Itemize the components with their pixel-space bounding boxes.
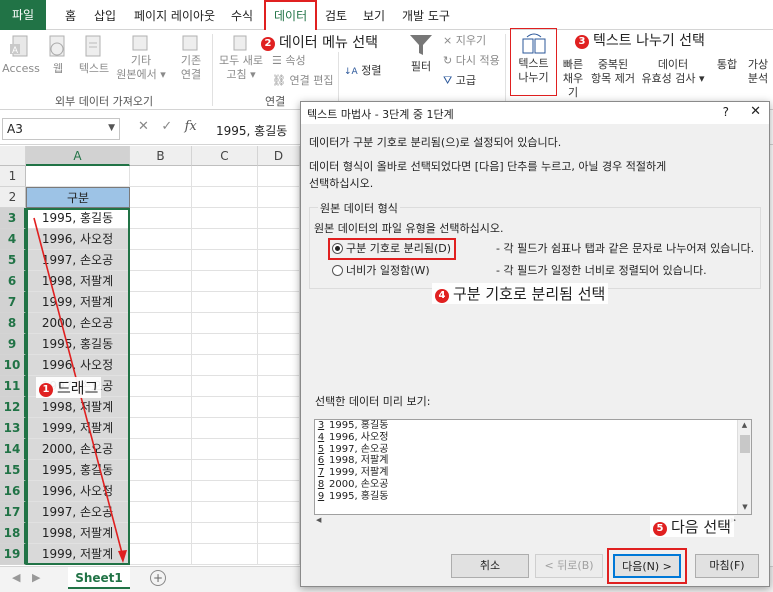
group-separator: [505, 34, 506, 106]
text-to-columns-icon: [522, 33, 545, 54]
tab-view[interactable]: 보기: [363, 7, 385, 24]
preview-row-text: 1996, 사오정: [329, 431, 389, 443]
scroll-up-icon[interactable]: ▲: [738, 420, 751, 432]
cancel-button[interactable]: 취소: [451, 554, 529, 578]
wizard-instruction-2: 선택하십시오.: [309, 177, 374, 190]
flash-fill-button[interactable]: 빠른 채우기: [558, 58, 588, 100]
help-button[interactable]: ?: [723, 105, 729, 119]
dialog-titlebar[interactable]: 텍스트 마법사 - 3단계 중 1단계 ? ✕: [301, 102, 769, 124]
annotation-5: 5 다음 선택: [650, 516, 734, 537]
annotation-4: 4 구분 기호로 분리됨 선택: [432, 283, 609, 304]
back-button[interactable]: < 뒤로(B): [535, 554, 603, 578]
annotation-2: 2 데이터 메뉴 선택: [258, 32, 382, 52]
preview-row-number: 5: [317, 443, 325, 455]
clear-filter-button[interactable]: ⨯ 지우기: [443, 32, 486, 48]
preview-row-text: 1998, 저팔계: [329, 455, 389, 467]
prev-sheet-button[interactable]: ◀: [12, 571, 20, 584]
preview-row: 4 1996, 사오정: [315, 432, 751, 444]
preview-row: 7 1999, 저팔계: [315, 467, 751, 479]
text-to-columns-button[interactable]: 텍스트 나누기: [510, 28, 557, 96]
preview-row-number: 3: [317, 420, 325, 431]
option-fixed-label[interactable]: 너비가 일정함(W): [346, 262, 430, 279]
annotation-3: 3 텍스트 나누기 선택: [572, 30, 708, 50]
scroll-thumb[interactable]: [740, 435, 750, 453]
preview-row: 3 1995, 홍길동: [315, 420, 751, 432]
wizard-instruction-1: 데이터 형식이 올바로 선택되었다면 [다음] 단추를 누르고, 아닐 경우 적…: [309, 160, 667, 173]
tab-review[interactable]: 검토: [325, 7, 347, 24]
add-sheet-button[interactable]: +: [150, 570, 166, 586]
wizard-status-text: 데이터가 구분 기호로 분리됨(으)로 설정되어 있습니다.: [309, 136, 562, 149]
preview-row-number: 7: [317, 467, 325, 479]
preview-row-text: 1999, 저팔계: [329, 467, 389, 479]
reapply-button[interactable]: ↻ 다시 적용: [443, 52, 500, 68]
advanced-filter-button[interactable]: ⛛ 고급: [443, 72, 476, 88]
preview-row-number: 8: [317, 478, 325, 490]
preview-row: 6 1998, 저팔계: [315, 455, 751, 467]
close-button[interactable]: ✕: [750, 104, 761, 119]
tab-developer[interactable]: 개발 도구: [402, 7, 450, 24]
filter-icon: [410, 35, 432, 55]
radio-fixed-width[interactable]: [332, 265, 343, 276]
preview-row: 8 2000, 손오공: [315, 479, 751, 491]
next-button[interactable]: 다음(N) >: [613, 554, 681, 578]
option-fixed-desc: - 각 필드가 일정한 너비로 정렬되어 있습니다.: [496, 264, 707, 277]
preview-row: 5 1997, 손오공: [315, 444, 751, 456]
dialog-title: 텍스트 마법사 - 3단계 중 1단계: [307, 108, 454, 121]
option-delimited-label[interactable]: 구분 기호로 분리됨(D): [346, 240, 451, 257]
finish-button[interactable]: 마침(F): [695, 554, 759, 578]
sort-button[interactable]: ↓A 정렬: [344, 62, 381, 78]
preview-row-text: 1995, 홍길동: [329, 490, 389, 502]
scroll-down-icon[interactable]: ▼: [738, 502, 751, 514]
next-sheet-button[interactable]: ▶: [32, 571, 40, 584]
original-data-type-group: 원본 데이터 형식 원본 데이터의 파일 유형을 선택하십시오. 구분 기호로 …: [309, 200, 761, 289]
preview-row-number: 9: [317, 490, 325, 502]
preview-row-number: 6: [317, 455, 325, 467]
group-title: 원본 데이터 형식: [318, 200, 400, 216]
sheet-tab-sheet1[interactable]: Sheet1: [68, 567, 130, 589]
data-preview[interactable]: 3 1995, 홍길동 4 1996, 사오정 5 1997, 손오공 6 1998, 저팔계…: [314, 419, 752, 515]
preview-row: 9 1995, 홍길동: [315, 491, 751, 503]
scroll-left-icon[interactable]: ◀: [316, 516, 321, 524]
preview-row-text: 2000, 손오공: [329, 478, 389, 490]
preview-row-text: 1995, 홍길동: [329, 420, 389, 431]
remove-duplicates-button[interactable]: 중복된 항목 제거: [588, 58, 638, 86]
preview-row-number: 4: [317, 431, 325, 443]
option-delimited-desc: - 각 필드가 쉼표나 탭과 같은 문자로 나누어져 있습니다.: [496, 242, 755, 255]
annotation-1: 1 드래그: [36, 377, 102, 398]
group-prompt: 원본 데이터의 파일 유형을 선택하십시오.: [314, 222, 504, 235]
drag-arrow: [33, 217, 127, 563]
preview-label: 선택한 데이터 미리 보기:: [315, 395, 431, 408]
data-validation-button[interactable]: 데이터 유효성 검사 ▾: [638, 58, 708, 86]
radio-delimited[interactable]: [332, 243, 343, 254]
sort-icon: ↓A: [344, 67, 358, 77]
filter-button[interactable]: 필터: [402, 32, 440, 74]
preview-row-text: 1997, 손오공: [329, 443, 389, 455]
what-if-analysis-button[interactable]: 가상 분석: [744, 58, 772, 86]
text-import-wizard-dialog: 텍스트 마법사 - 3단계 중 1단계 ? ✕ 데이터가 구분 기호로 분리됨(…: [300, 101, 770, 587]
consolidate-button[interactable]: 통합: [712, 58, 742, 72]
preview-vertical-scrollbar[interactable]: ▲ ▼: [737, 420, 751, 514]
preview-rows: 3 1995, 홍길동 4 1996, 사오정 5 1997, 손오공 6 1998, 저팔계…: [315, 420, 751, 503]
